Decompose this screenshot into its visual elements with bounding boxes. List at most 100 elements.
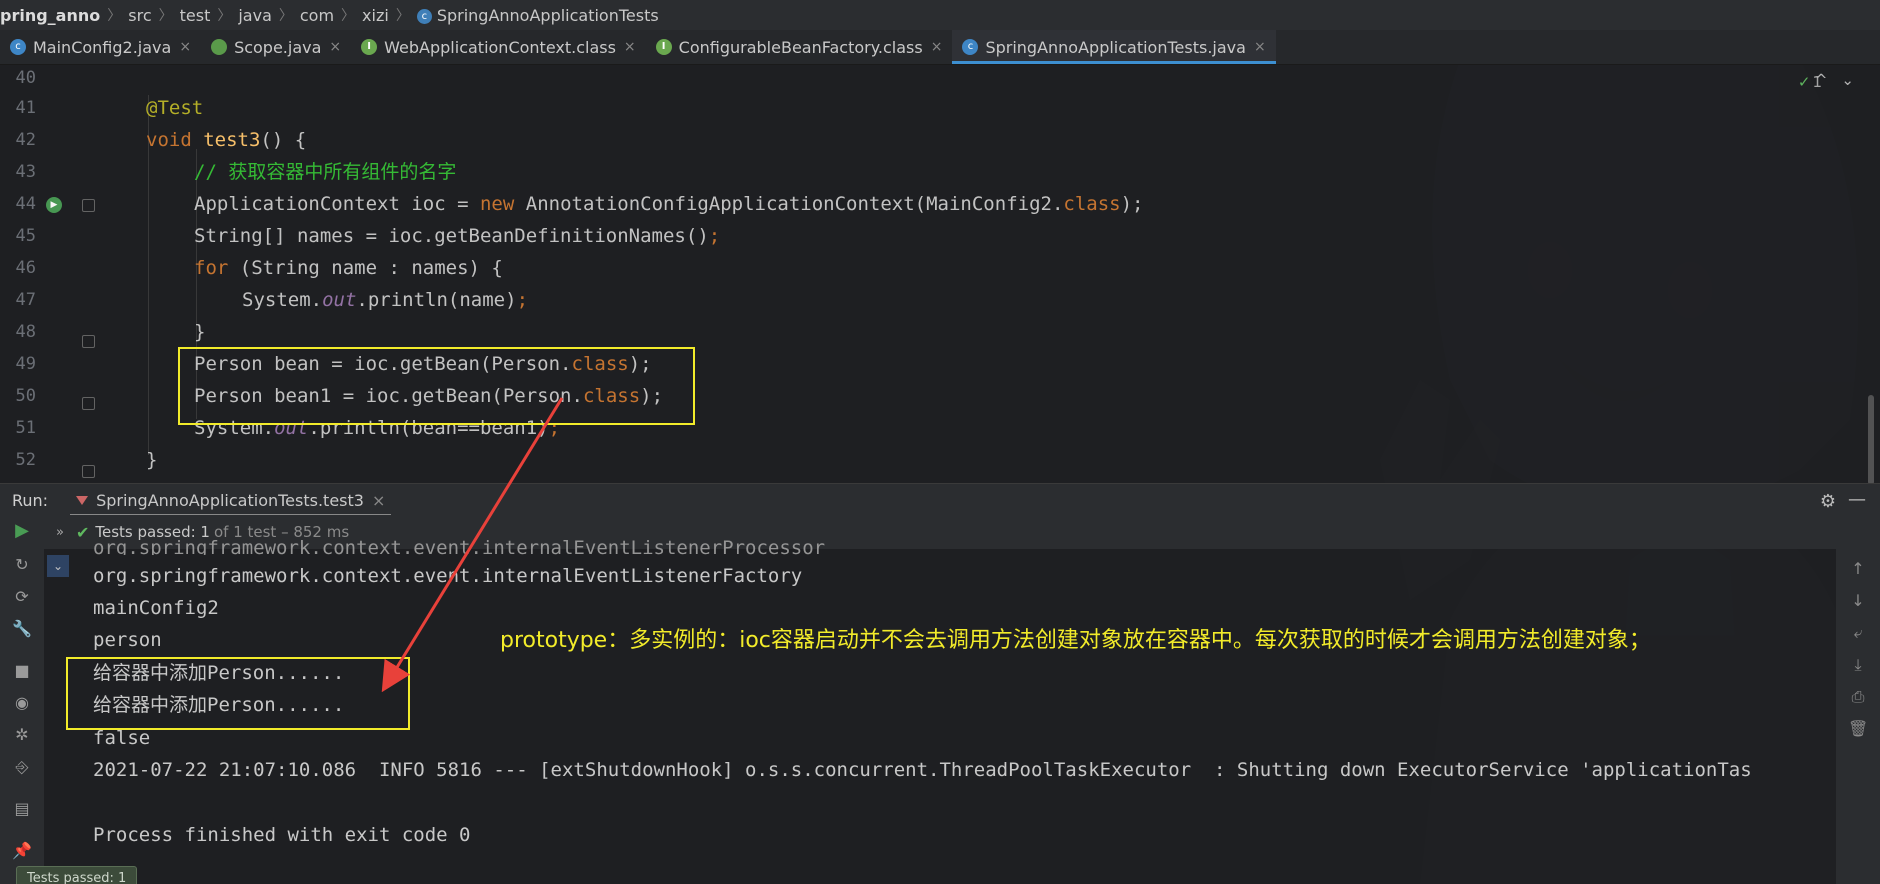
highlight-box-output xyxy=(66,657,410,730)
arrow-down-icon[interactable]: ↓ xyxy=(1848,591,1868,610)
expand-chevrons-icon[interactable]: » xyxy=(56,525,64,540)
close-icon[interactable]: × xyxy=(624,39,636,55)
code-token: AnnotationConfigApplicationContext(MainC… xyxy=(514,193,1064,215)
breadcrumb-item-xizi[interactable]: xizi xyxy=(358,6,393,25)
close-icon[interactable]: × xyxy=(372,491,385,510)
run-panel-header: Run: SpringAnnoApplicationTests.test3 × … xyxy=(0,483,1880,516)
code-text: System.out.println(name); xyxy=(242,287,528,314)
console-line: org.springframework.context.event.intern… xyxy=(93,565,803,587)
code-text: } xyxy=(146,447,157,474)
editor-scrollbar[interactable] xyxy=(1868,395,1874,485)
print-icon[interactable]: ⎙ xyxy=(1848,687,1868,707)
line-number: 44 xyxy=(15,194,36,214)
breadcrumb-item-src[interactable]: src xyxy=(124,6,155,25)
code-token: ApplicationContext ioc = xyxy=(194,193,480,215)
tab-webapplicationcontext[interactable]: WebApplicationContext.class × xyxy=(351,30,646,64)
code-token: ); xyxy=(1120,193,1144,215)
breadcrumb-separator: 〉 xyxy=(158,8,173,24)
line-number: 52 xyxy=(15,450,36,470)
import-icon[interactable]: ⎆ xyxy=(12,757,32,777)
static-field-token: out xyxy=(322,289,357,311)
code-line: 41 @Test xyxy=(0,95,1860,122)
code-text: @Test xyxy=(146,95,203,122)
code-text: } xyxy=(194,319,205,346)
code-token: () { xyxy=(260,129,307,151)
close-icon[interactable]: × xyxy=(931,39,943,55)
run-tab-label: SpringAnnoApplicationTests.test3 xyxy=(96,490,364,510)
code-line: 48 } xyxy=(0,319,1860,346)
code-token: } xyxy=(146,449,158,471)
code-token: String[] names = ioc.getBeanDefinitionNa… xyxy=(194,225,709,247)
breadcrumb-item-project[interactable]: pring_anno xyxy=(0,6,104,25)
close-icon[interactable]: × xyxy=(329,39,341,55)
code-line: 43 // 获取容器中所有组件的名字 xyxy=(0,159,1860,186)
chevron-down-icon[interactable]: ⌄ xyxy=(47,555,69,577)
breadcrumb-item-class[interactable]: c SpringAnnoApplicationTests xyxy=(413,6,663,25)
annotation-token: @Test xyxy=(146,97,204,119)
arrow-up-icon[interactable]: ↑ xyxy=(1848,559,1868,578)
tab-springannoapplicationtests[interactable]: SpringAnnoApplicationTests.java × xyxy=(952,30,1276,64)
breadcrumb-item-test[interactable]: test xyxy=(176,6,215,25)
highlight-box-code xyxy=(178,347,695,425)
rerun-failed-icon[interactable]: ↻ xyxy=(12,555,32,575)
toggle-autotest-icon[interactable]: ⟳ xyxy=(12,587,32,607)
code-line: 44 ApplicationContext ioc = new Annotati… xyxy=(0,191,1860,218)
debug-icon[interactable]: ✲ xyxy=(12,725,32,745)
tab-label: WebApplicationContext.class xyxy=(384,37,616,57)
close-icon[interactable]: × xyxy=(179,39,191,55)
console-line: 2021-07-22 21:07:10.086 INFO 5816 --- [e… xyxy=(93,759,1752,781)
run-label: Run: xyxy=(12,490,49,510)
gear-icon[interactable]: ⚙ xyxy=(1820,491,1836,512)
method-name-token: test3 xyxy=(203,129,261,151)
code-text: void test3() { xyxy=(146,127,306,154)
tab-configurablebeanfactory[interactable]: ConfigurableBeanFactory.class × xyxy=(646,30,953,64)
code-text: ApplicationContext ioc = new AnnotationC… xyxy=(194,191,1143,218)
chevron-down-icon[interactable]: ⌄ xyxy=(1841,71,1868,89)
keyword-token: void xyxy=(146,129,192,151)
console-line: mainConfig2 xyxy=(93,597,219,619)
scroll-to-end-icon[interactable]: ⤓ xyxy=(1848,655,1868,675)
wrench-icon[interactable]: 🔧 xyxy=(12,619,32,639)
test-config-icon xyxy=(76,495,89,505)
line-number: 47 xyxy=(15,290,36,310)
breadcrumb-separator: 〉 xyxy=(341,8,356,24)
keyword-token: ; xyxy=(708,225,721,247)
line-number: 46 xyxy=(15,258,36,278)
breadcrumb-separator: 〉 xyxy=(217,8,232,24)
tab-label: SpringAnnoApplicationTests.java xyxy=(985,37,1246,57)
code-token: System. xyxy=(242,289,323,311)
inspection-nav[interactable]: ^⌄ xyxy=(1815,71,1868,89)
tab-scope[interactable]: Scope.java × xyxy=(201,30,351,64)
tab-mainconfig2[interactable]: MainConfig2.java × xyxy=(0,30,201,64)
close-icon[interactable]: × xyxy=(1254,39,1266,55)
editor-tabbar: MainConfig2.java × Scope.java × WebAppli… xyxy=(0,30,1880,65)
line-number: 41 xyxy=(15,98,36,118)
trash-icon[interactable]: 🗑 xyxy=(1848,719,1868,738)
stop-icon[interactable]: ■ xyxy=(12,661,32,681)
pin-icon[interactable]: 📌 xyxy=(12,841,32,861)
keyword-token: ; xyxy=(516,289,529,311)
breadcrumb-item-com[interactable]: com xyxy=(296,6,338,25)
ide-window: pring_anno 〉 src 〉 test 〉 java 〉 com 〉 x… xyxy=(0,0,1880,884)
line-number: 43 xyxy=(15,162,36,182)
chevron-up-icon[interactable]: ^ xyxy=(1815,71,1842,89)
soft-wrap-icon[interactable]: ⤶ xyxy=(1848,623,1868,643)
console-right-toolbar: ↑ ↓ ⤶ ⤓ ⎙ 🗑 xyxy=(1836,549,1880,884)
breadcrumb-separator: 〉 xyxy=(107,8,122,24)
code-token: (String name : names) { xyxy=(228,257,503,279)
minimize-icon[interactable]: — xyxy=(1848,489,1866,510)
interface-icon xyxy=(361,39,378,55)
line-number: 42 xyxy=(15,130,36,150)
breadcrumb-item-java[interactable]: java xyxy=(234,6,276,25)
class-icon: c xyxy=(416,8,432,24)
console-line-partial: org.springframework.context.event.intern… xyxy=(93,537,826,555)
line-number: 49 xyxy=(15,354,36,374)
rerun-icon[interactable]: ▶ xyxy=(12,521,32,541)
layout-icon[interactable]: ▤ xyxy=(12,799,32,819)
camera-icon[interactable]: ◉ xyxy=(12,693,32,713)
run-config-tab[interactable]: SpringAnnoApplicationTests.test3 × xyxy=(70,484,392,516)
code-line: 47 System.out.println(name); xyxy=(0,287,1860,314)
code-text: // 获取容器中所有组件的名字 xyxy=(194,159,456,186)
code-line: 42 void test3() { xyxy=(0,127,1860,154)
console-line: person xyxy=(93,629,162,651)
